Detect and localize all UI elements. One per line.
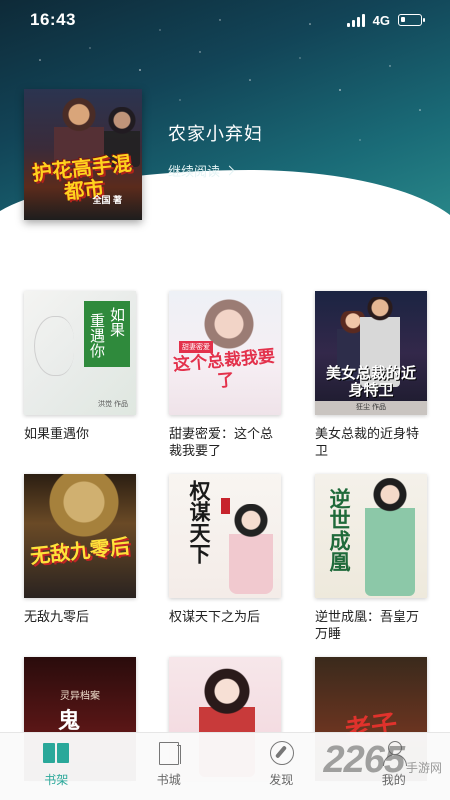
book-cover[interactable]: 甜妻密爱 这个总裁我要了 — [169, 291, 281, 415]
bottom-tab-bar: 书架 书城 发现 我的 — [0, 732, 450, 800]
cover-tag: 甜妻密爱 — [179, 341, 213, 353]
book-item[interactable]: 逆世成凰 逆世成凰：吾皇万万睡 — [315, 474, 427, 642]
cover-text: 无敌九零后 — [29, 533, 131, 569]
cover-text: 重遇你 — [88, 313, 106, 358]
cover-text: 这个总裁我要了 — [172, 346, 276, 392]
continue-reading-label: 继续阅读 — [168, 164, 221, 179]
cover-title: 护花高手混都市 — [30, 150, 133, 204]
status-time: 16:43 — [30, 10, 76, 29]
tab-label: 发现 — [269, 773, 294, 787]
cover-author: 狂尘 作品 — [315, 401, 427, 415]
tab-label: 书架 — [44, 773, 69, 787]
cover-author: 全国 著 — [92, 195, 122, 205]
tab-discover[interactable]: 发现 — [241, 741, 321, 788]
book-item[interactable]: 美女总裁的近身特卫 狂尘 作品 美女总裁的近身特卫 — [315, 291, 427, 459]
cover-illustration — [365, 478, 415, 596]
cover-illustration — [229, 504, 273, 594]
book-cover[interactable]: 美女总裁的近身特卫 狂尘 作品 — [315, 291, 427, 415]
book-cover[interactable]: 无敌九零后 — [24, 474, 136, 598]
current-book-title[interactable]: 农家小弃妇 — [168, 120, 263, 146]
tab-bookshelf[interactable]: 书架 — [16, 741, 96, 788]
tab-bookstore[interactable]: 书城 — [129, 741, 209, 788]
tab-label: 我的 — [381, 773, 406, 787]
continue-reading-button[interactable]: 继续阅读 — [168, 161, 235, 180]
status-icons: 4G — [346, 12, 425, 28]
cover-text: 逆世成凰 — [327, 488, 352, 572]
book-item[interactable]: 甜妻密爱 这个总裁我要了 甜妻密爱：这个总裁我要了 — [169, 291, 281, 459]
compass-icon — [267, 741, 295, 765]
network-type: 4G — [372, 12, 390, 28]
book-title: 如果重遇你 — [24, 426, 90, 441]
chevron-right-icon — [224, 165, 235, 176]
book-title: 美女总裁的近身特卫 — [315, 426, 420, 458]
bookstore-icon — [155, 741, 183, 765]
book-title: 权谋天下之为后 — [169, 609, 261, 624]
cover-author: 洪觉 作品 — [98, 401, 128, 408]
cover-text: 权谋天下 — [187, 480, 212, 564]
book-title: 无敌九零后 — [24, 609, 90, 624]
bookshelf-icon — [42, 741, 70, 765]
book-cover[interactable]: 如果 重遇你 洪觉 作品 — [24, 291, 136, 415]
book-title: 逆世成凰：吾皇万万睡 — [315, 609, 420, 641]
status-bar: 16:43 4G — [0, 0, 450, 40]
tab-label: 书城 — [156, 773, 181, 787]
signal-icon — [346, 13, 365, 27]
book-item[interactable]: 如果 重遇你 洪觉 作品 如果重遇你 — [24, 291, 136, 442]
cover-text: 鬼 — [58, 708, 81, 734]
cover-illustration — [44, 474, 124, 544]
book-item[interactable]: 权谋天下 权谋天下之为后 — [169, 474, 281, 625]
book-title: 甜妻密爱：这个总裁我要了 — [169, 426, 274, 458]
cover-text: 灵异档案 — [60, 691, 100, 702]
tab-mine[interactable]: 我的 — [354, 741, 434, 788]
book-cover[interactable]: 权谋天下 — [169, 474, 281, 598]
cover-illustration — [34, 316, 74, 376]
battery-icon — [398, 14, 425, 26]
book-cover[interactable]: 逆世成凰 — [315, 474, 427, 598]
cover-text: 如果 — [108, 307, 126, 337]
book-item[interactable]: 无敌九零后 无敌九零后 — [24, 474, 136, 625]
header-banner: 16:43 4G 护花高手混都市 全国 著 农家小弃妇 继续阅读 — [0, 0, 450, 240]
cover-seal — [221, 498, 230, 514]
cover-text: 美女总裁的近身特卫 — [325, 364, 416, 399]
user-icon — [380, 741, 408, 766]
current-book-cover[interactable]: 护花高手混都市 全国 著 — [24, 89, 142, 220]
